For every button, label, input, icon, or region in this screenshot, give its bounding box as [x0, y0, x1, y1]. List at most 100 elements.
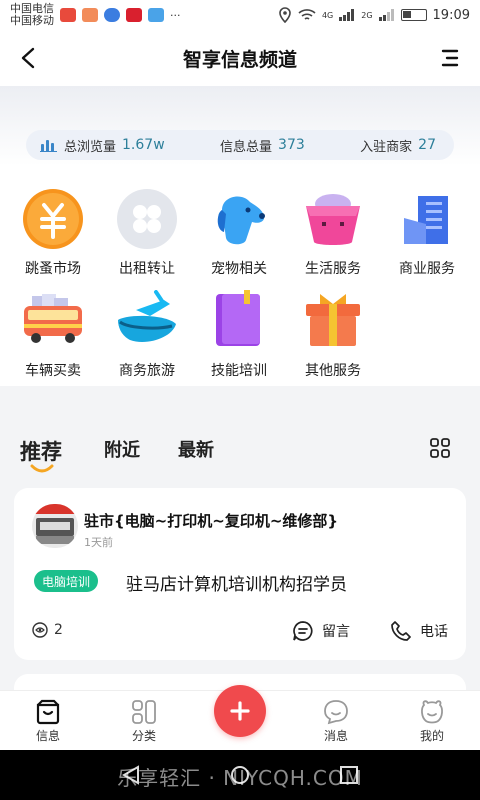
menu-button[interactable] — [434, 42, 466, 74]
nav-messages[interactable]: 消息 — [306, 699, 366, 744]
stat-views: 总浏览量 1.67w — [40, 136, 165, 155]
category-label: 生活服务 — [305, 261, 361, 277]
battery-icon — [400, 9, 427, 21]
stat-total-value: 373 — [278, 137, 305, 153]
category-life-services[interactable]: 生活服务 — [288, 188, 378, 278]
category-skills-training[interactable]: 技能培训 — [194, 290, 284, 380]
yuan-coin-icon — [23, 189, 83, 249]
category-business-services[interactable]: 商业服务 — [382, 188, 472, 278]
system-navigation-bar: 乐享轻汇 · NIYCQH.COM — [0, 750, 480, 800]
notification-icon — [148, 8, 164, 22]
stat-views-value: 1.67w — [122, 137, 165, 153]
listing-time: 1天前 — [84, 536, 113, 549]
feed-tabs: 推荐 附近 最新 — [0, 386, 480, 486]
listing-tag[interactable]: 电脑培训 — [34, 570, 99, 592]
category-label: 商业服务 — [399, 261, 455, 277]
building-icon — [404, 196, 448, 244]
message-icon — [324, 700, 348, 725]
page-title: 智享信息频道 — [182, 48, 297, 71]
layout-grid-icon[interactable] — [430, 438, 450, 458]
signal-icon — [339, 9, 355, 21]
status-bar: 中国电信 中国移动 ··· 4G 2G 19:09 — [0, 0, 480, 30]
clock: 19:09 — [432, 7, 470, 23]
view-count-value: 2 — [54, 622, 63, 638]
category-label: 车辆买卖 — [25, 363, 81, 379]
app-header: 智享信息频道 — [0, 30, 480, 86]
signal-type-1: 4G — [321, 10, 334, 20]
book-icon — [216, 290, 260, 346]
stat-views-label: 总浏览量 — [64, 139, 117, 155]
tab-recommended[interactable]: 推荐 — [20, 436, 62, 466]
listing-description: 驻马店计算机培训机构招学员 — [126, 575, 347, 595]
chevron-left-icon — [21, 47, 35, 69]
more-notifications: ··· — [170, 8, 181, 22]
nav-profile[interactable]: 我的 — [402, 699, 462, 744]
notification-icon — [126, 8, 142, 22]
basket-icon — [306, 194, 360, 245]
category-flea-market[interactable]: 跳蚤市场 — [8, 188, 98, 278]
carrier-info: 中国电信 中国移动 — [10, 3, 54, 27]
active-tab-indicator — [30, 464, 54, 473]
nav-label: 信息 — [35, 729, 60, 743]
notification-icon — [82, 8, 98, 22]
eye-icon — [32, 622, 48, 638]
signal-icon — [378, 9, 394, 21]
category-label: 其他服务 — [305, 363, 361, 379]
nav-label: 分类 — [131, 729, 156, 743]
notification-icon — [60, 8, 76, 22]
watermark: 乐享轻汇 · NIYCQH.COM — [117, 766, 363, 790]
back-button[interactable] — [12, 42, 44, 74]
carrier-2: 中国移动 — [10, 14, 54, 27]
info-basket-icon — [36, 699, 60, 725]
category-rental[interactable]: 出租转让 — [102, 188, 192, 278]
stat-merchants-value: 27 — [418, 137, 436, 153]
category-pets[interactable]: 宠物相关 — [194, 188, 284, 278]
stat-total: 信息总量 373 — [220, 136, 305, 155]
bus-icon — [24, 294, 82, 343]
call-button[interactable]: 电话 — [390, 620, 448, 642]
bar-chart-icon — [40, 140, 57, 152]
clover-icon — [117, 189, 177, 249]
tab-nearby[interactable]: 附近 — [104, 436, 140, 462]
listing-card[interactable]: 驻市{电脑~打印机~复印机~维修部} 1天前 电脑培训 驻马店计算机培训机构招学… — [14, 488, 466, 660]
stats-bar: 总浏览量 1.67w 信息总量 373 入驻商家 27 — [26, 130, 454, 160]
category-label: 商务旅游 — [119, 363, 175, 379]
comment-icon — [293, 621, 313, 641]
printer-photo-icon — [32, 504, 78, 544]
comment-button[interactable]: 留言 — [292, 620, 350, 642]
call-label: 电话 — [420, 624, 448, 640]
stat-merchants-label: 入驻商家 — [360, 139, 413, 155]
nav-label: 我的 — [419, 729, 444, 743]
category-label: 宠物相关 — [211, 261, 267, 277]
category-icon — [132, 700, 156, 724]
category-label: 技能培训 — [211, 363, 267, 379]
menu-icon — [441, 49, 459, 67]
add-post-button[interactable] — [214, 685, 266, 737]
category-vehicles[interactable]: 车辆买卖 — [8, 290, 98, 380]
signal-type-2: 2G — [361, 10, 373, 20]
category-business-travel[interactable]: 商务旅游 — [102, 290, 192, 380]
stat-merchants: 入驻商家 27 — [360, 136, 436, 155]
airplane-icon — [118, 290, 176, 343]
location-icon — [279, 7, 291, 23]
bottom-navigation: 信息 分类 消息 我的 — [0, 685, 480, 750]
view-count: 2 — [32, 622, 63, 638]
phone-icon — [391, 621, 411, 641]
tab-latest[interactable]: 最新 — [178, 436, 214, 462]
category-other-services[interactable]: 其他服务 — [288, 290, 378, 380]
nav-info[interactable]: 信息 — [18, 699, 78, 744]
category-label: 跳蚤市场 — [25, 261, 81, 277]
category-label: 出租转让 — [119, 261, 175, 277]
dog-icon — [217, 196, 265, 245]
nav-category[interactable]: 分类 — [114, 699, 174, 744]
plus-icon — [230, 701, 250, 721]
gift-icon — [306, 294, 360, 346]
listing-title: 驻市{电脑~打印机~复印机~维修部} — [84, 512, 339, 530]
stat-total-label: 信息总量 — [220, 139, 273, 155]
notification-icon — [104, 8, 120, 22]
avatar — [32, 504, 78, 548]
wifi-icon — [298, 9, 316, 20]
nav-label: 消息 — [323, 729, 348, 743]
comment-label: 留言 — [322, 624, 350, 640]
profile-icon — [421, 700, 443, 724]
